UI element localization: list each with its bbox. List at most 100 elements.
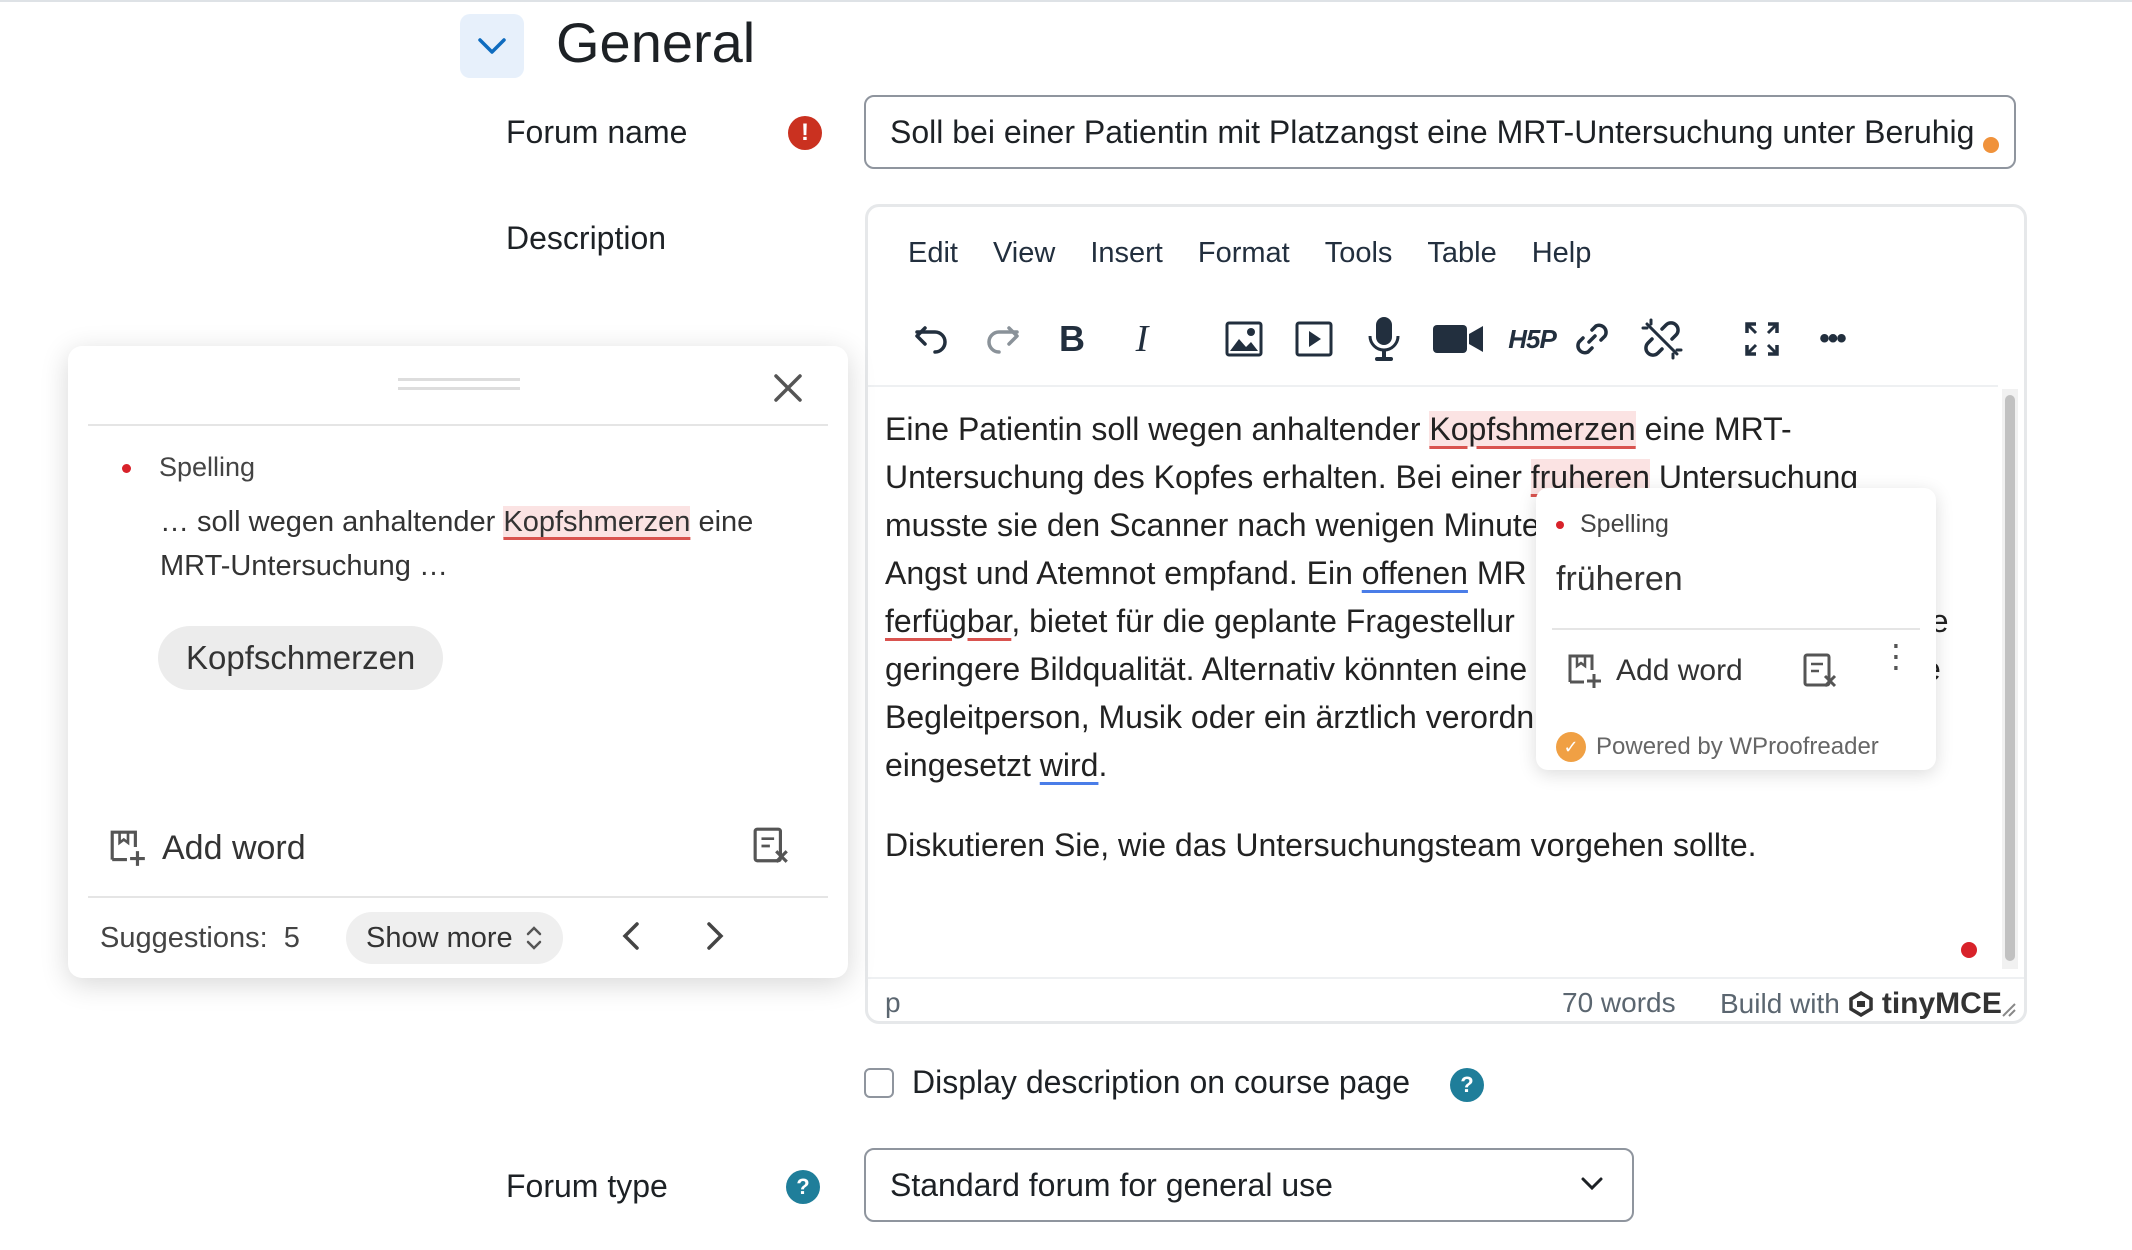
popup-suggestion[interactable]: früheren bbox=[1556, 560, 1683, 599]
panel-add-word-button[interactable]: Add word bbox=[108, 828, 306, 868]
text-run: Angst und Atemnot empfand. Ein bbox=[885, 555, 1362, 591]
text-run: Begleitperson, Musik oder ein ärztlich v… bbox=[885, 699, 1535, 735]
redo-button[interactable] bbox=[976, 311, 1028, 367]
spelling-error[interactable]: Kopfshmerzen bbox=[1429, 411, 1636, 447]
text-run: Eine Patientin soll wegen anhaltender bbox=[885, 411, 1430, 447]
panel-drag-handle[interactable] bbox=[398, 378, 520, 390]
record-video-icon bbox=[1433, 325, 1483, 353]
panel-footer: Suggestions: 5 Show more bbox=[100, 912, 840, 968]
powered-by[interactable]: ✓ Powered by WProofreader bbox=[1556, 732, 1879, 762]
powered-by-label: Powered by WProofreader bbox=[1596, 733, 1879, 760]
menu-help[interactable]: Help bbox=[1532, 237, 1592, 270]
editor-menubar: Edit View Insert Format Tools Table Help bbox=[908, 237, 1626, 270]
h5p-button[interactable]: H5P bbox=[1502, 311, 1562, 367]
display-description-checkbox[interactable] bbox=[864, 1068, 894, 1098]
text-run: MR bbox=[1467, 555, 1527, 591]
panel-add-word-label: Add word bbox=[162, 828, 306, 867]
text-run: geringere Bildqualität. Alternativ könnt… bbox=[885, 651, 1528, 687]
panel-ignore-button[interactable] bbox=[752, 826, 792, 871]
editor-scrollbar[interactable] bbox=[2002, 389, 2018, 969]
element-path[interactable]: p bbox=[885, 987, 901, 1019]
add-to-dictionary-icon bbox=[110, 830, 145, 866]
popup-category: Spelling bbox=[1556, 510, 1669, 539]
popup-divider bbox=[1552, 628, 1920, 630]
popup-category-label: Spelling bbox=[1580, 510, 1669, 538]
text-run: , bietet für die geplante Fragestellur bbox=[1011, 603, 1515, 639]
proofreader-panel: Spelling … soll wegen anhaltender Kopfsh… bbox=[68, 346, 848, 978]
close-icon bbox=[774, 374, 802, 402]
spelling-dot-icon bbox=[122, 464, 131, 474]
grammar-error[interactable]: wird bbox=[1040, 747, 1099, 783]
undo-button[interactable] bbox=[906, 311, 958, 367]
top-divider bbox=[0, 0, 2132, 2]
forum-type-select[interactable]: Standard forum for general use bbox=[864, 1148, 1634, 1222]
media-icon bbox=[1295, 321, 1333, 357]
text-run: eine MRT- bbox=[1635, 411, 1792, 447]
forum-name-input[interactable]: Soll bei einer Patientin mit Platzangst … bbox=[864, 95, 2016, 169]
image-icon bbox=[1225, 321, 1263, 357]
popup-add-word-button[interactable]: Add word bbox=[1566, 652, 1743, 690]
forum-type-value: Standard forum for general use bbox=[890, 1167, 1333, 1203]
fullscreen-button[interactable] bbox=[1736, 311, 1788, 367]
text-run: musste sie den Scanner nach wenigen Minu… bbox=[885, 507, 1540, 543]
tinymce-branding[interactable]: Build with tinyMCE bbox=[1720, 987, 2002, 1021]
unlink-button[interactable] bbox=[1636, 311, 1688, 367]
popup-more-icon[interactable]: ⋮ bbox=[1880, 640, 1912, 672]
show-more-label: Show more bbox=[366, 922, 513, 954]
suggestions-count: Suggestions: 5 bbox=[100, 922, 300, 955]
proofreader-badge[interactable] bbox=[1961, 942, 1977, 958]
word-count[interactable]: 70 words bbox=[1562, 987, 1676, 1019]
undo-icon bbox=[915, 326, 947, 354]
panel-suggestion-chip[interactable]: Kopfschmerzen bbox=[158, 626, 444, 690]
previous-issue-button[interactable] bbox=[612, 916, 652, 964]
editor-statusbar: p 70 words Build with tinyMCE bbox=[868, 977, 2024, 1023]
menu-format[interactable]: Format bbox=[1198, 237, 1290, 270]
help-icon[interactable]: ? bbox=[1450, 1068, 1484, 1102]
italic-button[interactable]: I bbox=[1116, 311, 1168, 367]
chevron-left-icon bbox=[622, 922, 639, 950]
spelling-error[interactable]: ferfügbar bbox=[885, 603, 1011, 639]
tinymce-brand-text: tinyMCE bbox=[1881, 987, 2002, 1020]
scrollbar-thumb[interactable] bbox=[2005, 395, 2015, 961]
menu-view[interactable]: View bbox=[993, 237, 1055, 270]
help-icon[interactable]: ? bbox=[786, 1170, 820, 1204]
menu-insert[interactable]: Insert bbox=[1090, 237, 1163, 270]
resize-handle-icon[interactable] bbox=[1998, 999, 2016, 1017]
text-run: . bbox=[1098, 747, 1108, 783]
text-run: Untersuchung des Kopfes erhalten. Bei ei… bbox=[885, 459, 1531, 495]
panel-category: Spelling bbox=[122, 452, 255, 483]
section-title: General bbox=[556, 11, 756, 74]
unlink-icon bbox=[1641, 318, 1683, 360]
chevron-down-icon bbox=[1581, 1177, 1603, 1191]
collapse-section-button[interactable] bbox=[460, 14, 524, 78]
wproofreader-logo-icon: ✓ bbox=[1556, 732, 1586, 762]
inline-suggestion-popup: Spelling früheren Add word ⋮ ✓ Powered b… bbox=[1536, 488, 1936, 770]
insert-image-button[interactable] bbox=[1218, 311, 1270, 367]
add-to-dictionary-icon bbox=[1568, 654, 1601, 688]
record-video-button[interactable] bbox=[1428, 311, 1488, 367]
insert-link-button[interactable] bbox=[1566, 311, 1618, 367]
display-description-label[interactable]: Display description on course page bbox=[912, 1064, 1410, 1101]
chevron-right-icon bbox=[707, 922, 724, 950]
menu-edit[interactable]: Edit bbox=[908, 237, 958, 270]
bold-button[interactable]: B bbox=[1046, 311, 1098, 367]
panel-category-label: Spelling bbox=[159, 452, 256, 482]
required-icon: ! bbox=[788, 116, 822, 150]
record-audio-icon bbox=[1368, 317, 1400, 361]
menu-table[interactable]: Table bbox=[1427, 237, 1496, 270]
insert-media-button[interactable] bbox=[1288, 311, 1340, 367]
paragraph-2: Diskutieren Sie, wie das Untersuchungste… bbox=[885, 827, 1757, 863]
menu-tools[interactable]: Tools bbox=[1325, 237, 1393, 270]
record-audio-button[interactable] bbox=[1358, 311, 1410, 367]
proofreader-status-dot[interactable] bbox=[1983, 137, 1999, 153]
grammar-error[interactable]: offenen bbox=[1362, 555, 1468, 591]
popup-add-word-label: Add word bbox=[1616, 654, 1743, 687]
next-issue-button[interactable] bbox=[694, 916, 734, 964]
show-more-button[interactable]: Show more bbox=[346, 912, 563, 964]
panel-close-button[interactable] bbox=[768, 368, 808, 408]
link-icon bbox=[1576, 323, 1608, 355]
suggestions-label: Suggestions: bbox=[100, 922, 268, 954]
popup-ignore-button[interactable] bbox=[1802, 652, 1840, 695]
redo-icon bbox=[987, 326, 1019, 354]
more-toolbar-button[interactable]: ••• bbox=[1806, 311, 1858, 367]
